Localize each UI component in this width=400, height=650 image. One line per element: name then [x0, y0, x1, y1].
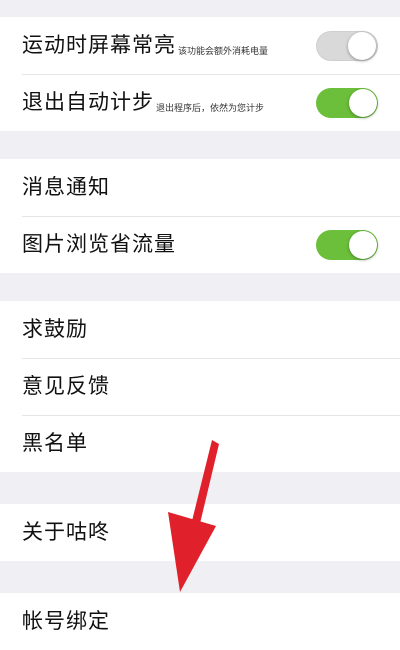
section-gap — [0, 472, 400, 504]
setting-row-encourage[interactable]: 求鼓励 — [0, 301, 400, 358]
setting-label-screen-always-on: 运动时屏幕常亮 — [22, 33, 176, 57]
toggle-screen-always-on[interactable] — [316, 30, 378, 61]
setting-row-about[interactable]: 关于咕咚 — [0, 504, 400, 561]
section-gap — [0, 131, 400, 159]
setting-label-image-data-saver: 图片浏览省流量 — [22, 232, 176, 256]
setting-hint-screen-always-on: 该功能会额外消耗电量 — [178, 47, 269, 57]
toggle-knob — [349, 88, 377, 117]
toggle-image-data-saver[interactable] — [316, 229, 378, 260]
setting-label-auto-step-count: 退出自动计步 — [22, 90, 154, 114]
section-gap — [0, 273, 400, 301]
setting-row-image-data-saver[interactable]: 图片浏览省流量 — [0, 216, 400, 273]
settings-group-display: 运动时屏幕常亮 该功能会额外消耗电量 退出自动计步 退出程序后，依然为您计步 — [0, 17, 400, 131]
toggle-auto-step-count[interactable] — [316, 87, 378, 118]
setting-row-blacklist[interactable]: 黑名单 — [0, 415, 400, 472]
settings-group-about: 关于咕咚 — [0, 504, 400, 561]
setting-label-notifications: 消息通知 — [22, 175, 110, 199]
setting-label-account-binding: 帐号绑定 — [22, 609, 110, 633]
top-gap — [0, 0, 400, 17]
settings-group-notifications: 消息通知 图片浏览省流量 — [0, 159, 400, 273]
section-gap — [0, 561, 400, 593]
settings-group-account: 帐号绑定 — [0, 593, 400, 650]
setting-label-blacklist: 黑名单 — [22, 431, 88, 455]
setting-row-screen-always-on[interactable]: 运动时屏幕常亮 该功能会额外消耗电量 — [0, 17, 400, 74]
toggle-knob — [349, 230, 377, 259]
toggle-knob — [348, 31, 376, 60]
setting-label-about: 关于咕咚 — [22, 520, 110, 544]
setting-label-feedback: 意见反馈 — [22, 374, 110, 398]
setting-row-notifications[interactable]: 消息通知 — [0, 159, 400, 216]
setting-hint-auto-step-count: 退出程序后，依然为您计步 — [156, 104, 265, 114]
settings-group-feedback: 求鼓励 意见反馈 黑名单 — [0, 301, 400, 472]
setting-row-account-binding[interactable]: 帐号绑定 — [0, 593, 400, 650]
setting-label-encourage: 求鼓励 — [22, 317, 88, 341]
setting-row-feedback[interactable]: 意见反馈 — [0, 358, 400, 415]
setting-row-auto-step-count[interactable]: 退出自动计步 退出程序后，依然为您计步 — [0, 74, 400, 131]
